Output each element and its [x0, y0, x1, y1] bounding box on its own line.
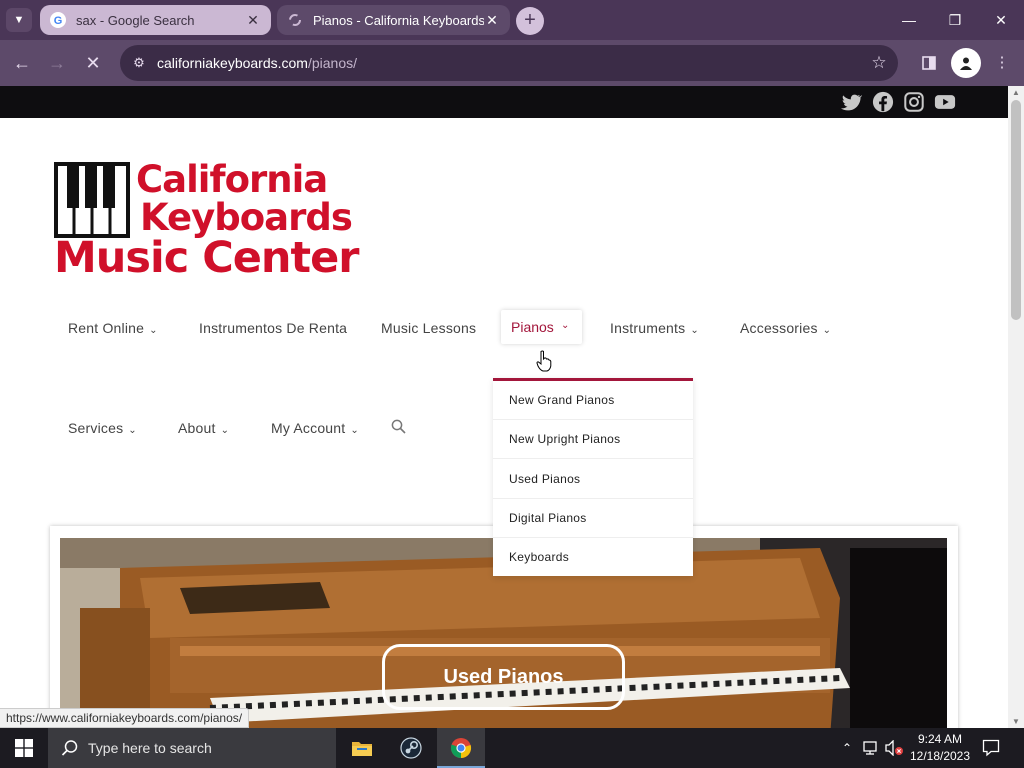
clock-time: 9:24 AM	[917, 732, 963, 746]
windows-logo-icon	[15, 739, 33, 757]
tab-close-icon[interactable]: ✕	[484, 12, 500, 29]
browser-tab-strip: ▼ G sax - Google Search ✕ Pianos - Calif…	[0, 0, 1024, 40]
nav-label: Pianos	[511, 319, 554, 335]
twitter-icon[interactable]	[840, 91, 862, 113]
search-icon[interactable]	[391, 419, 406, 434]
search-icon	[61, 740, 78, 756]
chrome-icon	[450, 738, 472, 759]
dropdown-item-new-upright-pianos[interactable]: New Upright Pianos	[493, 420, 693, 459]
chevron-down-icon: ⌄	[220, 425, 230, 436]
nav-label: Music Lessons	[381, 320, 477, 336]
nav-services[interactable]: Services ⌄	[68, 420, 137, 436]
chevron-down-icon: ⌄	[561, 320, 570, 331]
taskbar-search-box[interactable]: Type here to search	[48, 728, 336, 768]
steam-icon	[400, 737, 422, 759]
url-text[interactable]: californiakeyboards.com/pianos/	[157, 55, 357, 71]
windows-taskbar: Type here to search ⌃ 9:24 AM 12/18/2023	[0, 728, 1024, 768]
scroll-up-icon[interactable]: ▲	[1008, 88, 1024, 97]
nav-label: About	[178, 420, 216, 436]
status-bar-url: https://www.californiakeyboards.com/pian…	[0, 708, 250, 728]
system-clock[interactable]: 9:24 AM 12/18/2023	[908, 731, 972, 765]
side-panel-icon[interactable]	[914, 48, 944, 78]
new-tab-button[interactable]: +	[516, 7, 544, 35]
tab-search-button[interactable]: ▼	[6, 8, 32, 32]
social-top-bar	[0, 86, 1008, 118]
clock-date: 12/18/2023	[909, 749, 971, 763]
piano-keys-logo-icon	[54, 162, 130, 238]
web-page: California Keyboards Music Center Rent O…	[0, 86, 1008, 728]
dropdown-item-new-grand-pianos[interactable]: New Grand Pianos	[493, 381, 693, 420]
nav-label: Services	[68, 420, 124, 436]
hand-cursor-icon	[536, 350, 552, 372]
back-icon[interactable]: ←	[7, 48, 37, 78]
chevron-down-icon: ⌄	[350, 425, 359, 436]
dropdown-item-digital-pianos[interactable]: Digital Pianos	[493, 499, 693, 538]
steam-app[interactable]	[387, 728, 435, 768]
folder-icon	[352, 742, 372, 756]
chevron-down-icon: ⌄	[149, 325, 158, 336]
show-hidden-icons[interactable]: ⌃	[838, 728, 856, 768]
nav-music-lessons[interactable]: Music Lessons	[381, 320, 476, 336]
tab-title: sax - Google Search	[76, 12, 195, 28]
page-scrollbar[interactable]: ▲ ▼	[1008, 86, 1024, 728]
facebook-icon[interactable]	[872, 91, 894, 113]
site-info-icon[interactable]: ⚙	[130, 54, 148, 72]
site-logo[interactable]: California Keyboards Music Center	[54, 158, 359, 283]
tab-google-search[interactable]: G sax - Google Search ✕	[40, 5, 271, 35]
nav-instrumentos-de-renta[interactable]: Instrumentos De Renta	[199, 320, 347, 336]
scrollbar-thumb[interactable]	[1011, 100, 1021, 320]
tab-close-icon[interactable]: ✕	[245, 12, 261, 29]
start-button[interactable]	[0, 728, 48, 768]
volume-muted-icon[interactable]	[884, 740, 904, 756]
chevron-down-icon: ⌄	[128, 425, 137, 436]
nav-label: Rent Online	[68, 320, 145, 336]
forward-icon[interactable]: →	[42, 48, 72, 78]
close-window-icon[interactable]: ✕	[978, 0, 1024, 40]
notifications-icon[interactable]	[982, 739, 1000, 757]
google-favicon-icon: G	[50, 12, 66, 28]
dropdown-item-used-pianos[interactable]: Used Pianos	[493, 460, 693, 499]
file-explorer-app[interactable]	[338, 728, 386, 768]
nav-label: Accessories	[740, 320, 818, 336]
bookmark-star-icon[interactable]: ☆	[868, 52, 890, 74]
url-host: californiakeyboards.com	[157, 55, 308, 71]
url-path: /pianos/	[307, 55, 358, 71]
nav-rent-online[interactable]: Rent Online ⌄	[68, 320, 158, 336]
tab-title: Pianos - California Keyboards M	[313, 12, 484, 28]
nav-pianos[interactable]: Pianos ⌄	[501, 310, 582, 344]
nav-accessories[interactable]: Accessories ⌄	[740, 320, 831, 336]
network-icon[interactable]	[862, 740, 880, 756]
dropdown-item-keyboards[interactable]: Keyboards	[493, 538, 693, 577]
tab-pianos[interactable]: Pianos - California Keyboards M ✕	[277, 5, 510, 35]
chevron-down-icon: ⌄	[822, 325, 832, 336]
nav-label: Instruments	[610, 320, 686, 336]
scroll-down-icon[interactable]: ▼	[1008, 717, 1024, 726]
youtube-icon[interactable]	[934, 91, 956, 113]
nav-label: My Account	[271, 420, 346, 436]
logo-line-1: California	[136, 158, 328, 201]
stop-loading-icon[interactable]: ✕	[78, 48, 108, 78]
address-bar[interactable]: ⚙ californiakeyboards.com/pianos/ ☆	[120, 45, 898, 81]
nav-label: Instrumentos De Renta	[199, 320, 348, 336]
pianos-dropdown-menu: New Grand Pianos New Upright Pianos Used…	[493, 378, 693, 576]
minimize-icon[interactable]: —	[886, 0, 932, 40]
profile-avatar-icon[interactable]	[951, 48, 981, 78]
nav-about[interactable]: About ⌄	[178, 420, 229, 436]
svg-text:G: G	[54, 15, 63, 27]
chrome-app[interactable]	[437, 728, 485, 768]
instagram-icon[interactable]	[903, 91, 925, 113]
used-pianos-hero-button[interactable]: Used Pianos	[382, 644, 625, 710]
nav-my-account[interactable]: My Account ⌄	[271, 420, 359, 436]
loading-spinner-icon	[289, 14, 301, 26]
chevron-down-icon: ⌄	[690, 325, 699, 336]
browser-toolbar: ← → ✕ ⚙ californiakeyboards.com/pianos/ …	[0, 40, 1024, 86]
logo-line-3: Music Center	[54, 233, 359, 283]
restore-icon[interactable]: ❐	[932, 0, 978, 40]
browser-menu-icon[interactable]: ⋮	[987, 48, 1017, 78]
search-placeholder: Type here to search	[88, 740, 212, 756]
nav-instruments[interactable]: Instruments ⌄	[610, 320, 699, 336]
